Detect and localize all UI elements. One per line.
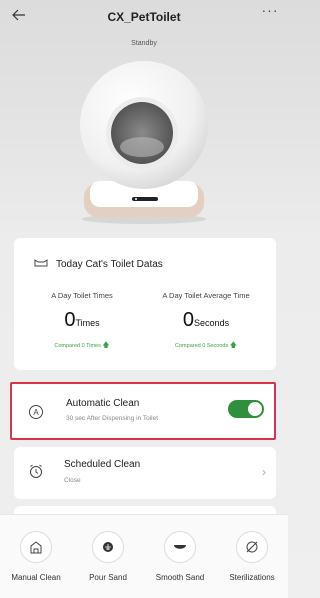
litter-box-image: [76, 55, 212, 225]
manual-clean-icon: [20, 531, 52, 563]
device-status: Standby: [131, 40, 157, 47]
average-time-compare: Compared 0 Seconds 🡅: [175, 342, 237, 349]
daily-times-value: 0Times: [64, 309, 100, 331]
toggle-knob: [248, 402, 262, 416]
smooth-sand-icon: [164, 531, 196, 563]
svg-text:A: A: [33, 408, 39, 417]
daily-times-compare: Compared 0 Times 🡅: [54, 342, 110, 349]
up-arrow-icon: 🡅: [229, 342, 237, 349]
daily-times-stat: A Day Toilet Times 0Times Compared 0 Tim…: [22, 291, 142, 352]
automatic-clean-toggle[interactable]: [228, 400, 264, 418]
average-time-stat: A Day Toilet Average Time 0Seconds Compa…: [146, 291, 266, 352]
average-time-label: A Day Toilet Average Time: [162, 291, 250, 300]
up-arrow-icon: 🡅: [102, 342, 110, 349]
pour-sand-button[interactable]: Pour Sand: [72, 531, 144, 582]
sterilization-icon: [236, 531, 268, 563]
stats-title: Today Cat's Toilet Datas: [56, 259, 163, 270]
scheduled-clean-title: Scheduled Clean: [64, 459, 141, 470]
manual-clean-label: Manual Clean: [11, 573, 61, 582]
chevron-right-icon: ›: [262, 465, 266, 479]
automatic-clean-title: Automatic Clean: [66, 398, 140, 409]
automatic-clean-row[interactable]: A Automatic Clean 30 sec After Dispensin…: [10, 382, 276, 440]
action-bar: Manual Clean Pour Sand Smooth Sand Steri…: [0, 514, 288, 598]
cat-icon: [34, 257, 48, 272]
automatic-clean-subtitle: 30 sec After Dispensing in Toilet: [66, 415, 159, 422]
page-title: CX_PetToilet: [107, 10, 181, 24]
scheduled-clean-subtitle: Close: [64, 477, 81, 484]
smooth-sand-label: Smooth Sand: [155, 573, 205, 582]
pour-sand-label: Pour Sand: [89, 573, 127, 582]
sterilization-button[interactable]: Sterilizations: [216, 531, 288, 582]
manual-clean-button[interactable]: Manual Clean: [0, 531, 72, 582]
scheduled-clean-row[interactable]: Scheduled Clean Close ›: [14, 447, 276, 499]
sterilization-label: Sterilizations: [229, 573, 275, 582]
pour-sand-icon: [92, 531, 124, 563]
stats-header: Today Cat's Toilet Datas: [34, 257, 163, 272]
more-options-button[interactable]: ···: [260, 2, 280, 22]
smooth-sand-button[interactable]: Smooth Sand: [144, 531, 216, 582]
top-bar: CX_PetToilet ···: [0, 0, 288, 34]
daily-times-label: A Day Toilet Times: [51, 291, 113, 300]
auto-clean-icon: A: [28, 404, 44, 420]
average-time-value: 0Seconds: [182, 309, 230, 331]
alarm-clock-icon: [28, 463, 44, 479]
toilet-stats-card: Today Cat's Toilet Datas A Day Toilet Ti…: [14, 238, 276, 370]
